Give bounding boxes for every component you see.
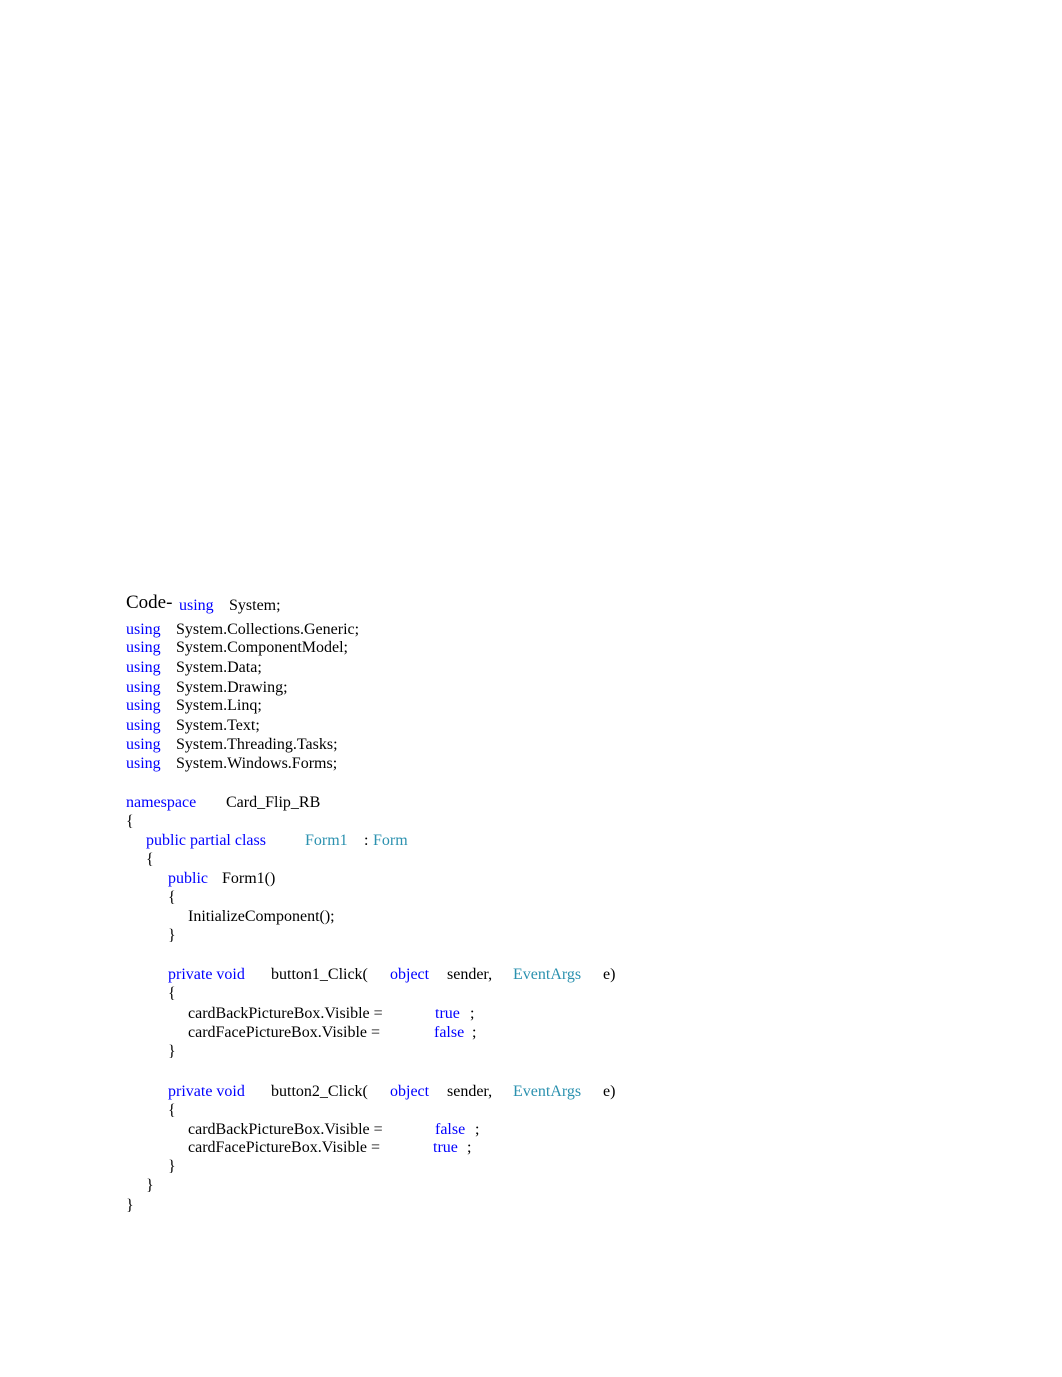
code-line: using System.Data; (126, 659, 262, 677)
keyword-token: public (168, 870, 208, 887)
close-brace: } (126, 1197, 134, 1214)
code-token: ; (472, 1024, 477, 1041)
code-line: cardBackPictureBox.Visible = false ; (126, 1121, 479, 1139)
keyword-token: using (126, 717, 161, 734)
open-brace: { (146, 851, 154, 868)
code-token: System.Data; (176, 659, 262, 676)
code-token: ; (470, 1005, 475, 1022)
code-line: cardFacePictureBox.Visible = true ; (126, 1139, 471, 1157)
code-token: System.Text; (176, 717, 260, 734)
code-line: { (126, 1102, 176, 1120)
keyword-token: private void (168, 966, 245, 983)
code-token: sender, (447, 1083, 493, 1100)
type-token: EventArgs (513, 966, 582, 983)
keyword-token: object (390, 966, 430, 983)
keyword-token: using (126, 736, 161, 753)
keyword-token: using (126, 697, 161, 714)
keyword-token: true (435, 1005, 460, 1022)
keyword-token: true (433, 1139, 458, 1156)
code-token: Form1() (222, 870, 276, 887)
code-token: System.Collections.Generic; (176, 621, 360, 638)
code-token: System.Threading.Tasks; (176, 736, 338, 753)
close-brace: } (168, 1043, 176, 1060)
close-brace: } (168, 1158, 176, 1175)
code-token: System.Drawing; (176, 679, 288, 696)
code-line: } (126, 927, 176, 945)
code-line: using System.ComponentModel; (126, 639, 348, 657)
code-token: : (364, 832, 369, 849)
keyword-token: private void (168, 1083, 245, 1100)
code-line-button1-click: private void button1_Click( object sende… (126, 966, 615, 984)
type-token: Form (373, 832, 408, 849)
code-line: cardBackPictureBox.Visible = true ; (126, 1005, 474, 1023)
code-token: cardBackPictureBox.Visible = (188, 1005, 383, 1022)
open-brace: { (126, 813, 134, 830)
keyword-token: namespace (126, 794, 197, 811)
code-line: { (126, 851, 154, 869)
code-line-class: public partial class Form1 : Form (126, 832, 408, 850)
code-label: Code- (126, 592, 173, 613)
keyword-token: false (434, 1024, 465, 1041)
code-line: using System.Text; (126, 717, 260, 735)
code-line-namespace: namespace Card_Flip_RB (126, 794, 320, 812)
code-token: cardFacePictureBox.Visible = (188, 1139, 381, 1156)
keyword-token: using (126, 755, 161, 772)
open-brace: { (168, 889, 176, 906)
code-line-button2-click: private void button2_Click( object sende… (126, 1083, 615, 1101)
code-token: ; (475, 1121, 480, 1138)
code-line: } (126, 1043, 176, 1061)
code-line: { (126, 813, 142, 831)
code-line: { (126, 889, 176, 907)
code-token: button2_Click( (271, 1083, 368, 1100)
code-line: } (126, 1177, 154, 1195)
keyword-token: using (126, 621, 161, 638)
code-line: using System.Drawing; (126, 679, 288, 697)
keyword-token: false (435, 1121, 466, 1138)
code-token: cardBackPictureBox.Visible = (188, 1121, 383, 1138)
code-token: Card_Flip_RB (226, 794, 321, 811)
code-line: cardFacePictureBox.Visible = false ; (126, 1024, 476, 1042)
type-token: EventArgs (513, 1083, 582, 1100)
code-token: System.Linq; (176, 697, 262, 714)
code-line-constructor: public Form1() (126, 870, 275, 888)
code-line: using System.Windows.Forms; (126, 755, 337, 773)
code-token: InitializeComponent(); (188, 908, 335, 925)
code-token: System.ComponentModel; (176, 639, 348, 656)
code-token: cardFacePictureBox.Visible = (188, 1024, 381, 1041)
open-brace: { (168, 1102, 176, 1119)
code-line: using System.Collections.Generic; (126, 621, 359, 639)
code-token: e) (603, 1083, 616, 1100)
code-line: } (126, 1197, 142, 1215)
code-line-using-system: Code- using System; (126, 593, 281, 615)
open-brace: { (168, 985, 176, 1002)
type-token: Form1 (305, 832, 348, 849)
code-line: using System.Linq; (126, 697, 262, 715)
keyword-token: using (126, 679, 161, 696)
close-brace: } (146, 1177, 154, 1194)
keyword-token: public partial class (146, 832, 266, 849)
code-token: e) (603, 966, 616, 983)
code-token: ; (467, 1139, 472, 1156)
code-token: System.Windows.Forms; (176, 755, 338, 772)
code-token: System; (229, 597, 281, 614)
code-line: InitializeComponent(); (126, 908, 335, 926)
code-token: sender, (447, 966, 493, 983)
keyword-token: using (179, 597, 214, 614)
code-line: using System.Threading.Tasks; (126, 736, 338, 754)
code-line: { (126, 985, 176, 1003)
close-brace: } (168, 927, 176, 944)
keyword-token: using (126, 659, 161, 676)
code-token: button1_Click( (271, 966, 368, 983)
code-line: } (126, 1158, 176, 1176)
keyword-token: using (126, 639, 161, 656)
keyword-token: object (390, 1083, 430, 1100)
